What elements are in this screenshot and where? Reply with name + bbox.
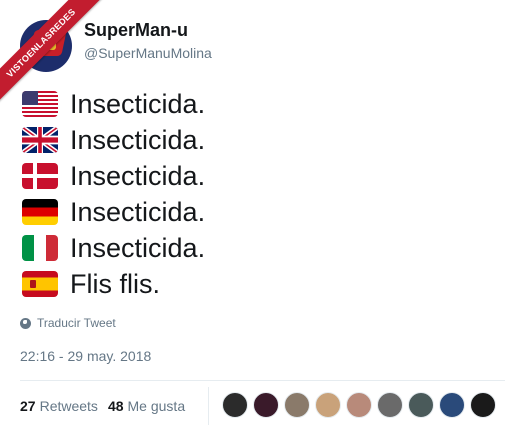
flag-us-icon xyxy=(22,91,58,117)
tweet-timestamp[interactable]: 22:16 - 29 may. 2018 xyxy=(20,348,151,364)
likes-count: 48 xyxy=(107,398,124,414)
liker-avatar[interactable] xyxy=(408,392,434,418)
tweet-line-text: Insecticida. xyxy=(70,196,206,227)
liker-avatar[interactable] xyxy=(377,392,403,418)
tweet-line: Flis flis. xyxy=(22,266,205,302)
flag-dk-icon xyxy=(22,163,58,189)
liker-avatar[interactable] xyxy=(284,392,310,418)
flag-es-icon xyxy=(22,271,58,297)
likers-avatars xyxy=(222,392,501,418)
tweet-line-text: Insecticida. xyxy=(70,160,206,191)
translate-label: Traducir Tweet xyxy=(37,316,116,330)
tweet-line: Insecticida. xyxy=(22,122,205,158)
tweet-line-text: Flis flis. xyxy=(70,268,160,299)
liker-avatar[interactable] xyxy=(439,392,465,418)
globe-icon xyxy=(20,317,31,329)
user-handle[interactable]: @SuperManuMolina xyxy=(84,45,212,61)
flag-gb-icon xyxy=(22,127,58,153)
liker-avatar[interactable] xyxy=(346,392,372,418)
stats-separator xyxy=(208,387,209,425)
tweet-line-text: Insecticida. xyxy=(70,232,206,263)
tweet-text: Insecticida. Insecticida. Insecticida. I… xyxy=(22,86,205,302)
flag-de-icon xyxy=(22,199,58,225)
liker-avatar[interactable] xyxy=(315,392,341,418)
retweets-label: Retweets xyxy=(39,398,98,414)
retweets-count: 27 xyxy=(20,398,36,414)
flag-it-icon xyxy=(22,235,58,261)
tweet-line-text: Insecticida. xyxy=(70,124,206,155)
divider xyxy=(20,380,505,381)
tweet-line-text: Insecticida. xyxy=(70,88,206,119)
tweet-line: Insecticida. xyxy=(22,194,205,230)
liker-avatar[interactable] xyxy=(470,392,496,418)
tweet-line: Insecticida. xyxy=(22,158,205,194)
likes-stat[interactable]: 48 Me gusta xyxy=(108,398,185,414)
retweets-stat[interactable]: 27 Retweets xyxy=(20,398,98,414)
liker-avatar[interactable] xyxy=(253,392,279,418)
tweet-stats: 27 Retweets 48 Me gusta xyxy=(20,398,185,414)
display-name[interactable]: SuperMan-u xyxy=(84,20,188,41)
tweet-line: Insecticida. xyxy=(22,230,205,266)
likes-label: Me gusta xyxy=(127,398,186,414)
liker-avatar[interactable] xyxy=(222,392,248,418)
tweet-line: Insecticida. xyxy=(22,86,205,122)
translate-tweet-link[interactable]: Traducir Tweet xyxy=(20,316,116,330)
